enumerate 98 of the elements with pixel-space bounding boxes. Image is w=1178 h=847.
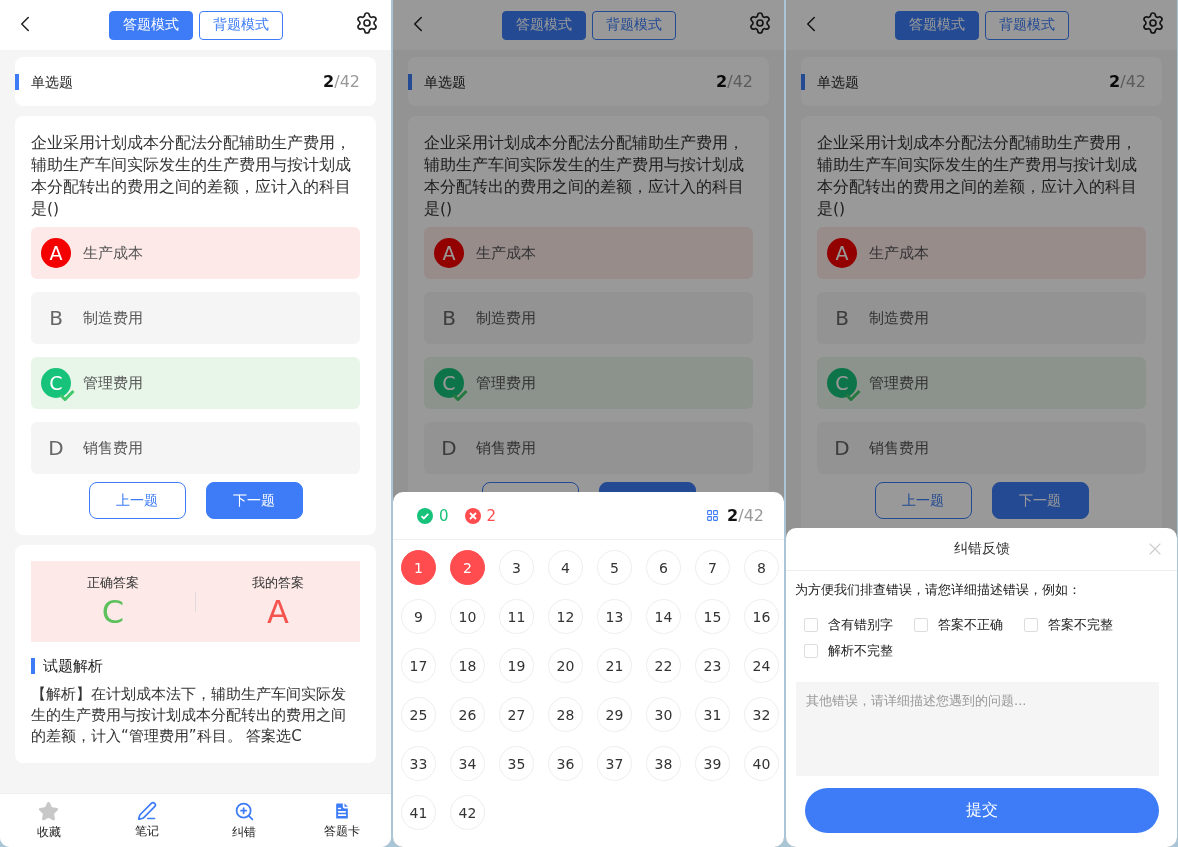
question-number[interactable]: 4 xyxy=(548,550,583,585)
option-letter: D xyxy=(440,435,458,462)
option-letter: D xyxy=(833,435,851,462)
answer-option[interactable]: C 管理费用 xyxy=(817,357,1146,409)
question-number[interactable]: 13 xyxy=(597,599,632,634)
correct-answer: C xyxy=(101,593,125,630)
my-answer: A xyxy=(267,593,289,630)
question-counter: 2/42 xyxy=(716,72,753,91)
question-number[interactable]: 40 xyxy=(744,746,779,781)
question-number[interactable]: 18 xyxy=(450,648,485,683)
checkbox-label[interactable]: 解析不完整 xyxy=(828,642,893,660)
option-letter: A xyxy=(827,238,857,268)
question-number[interactable]: 25 xyxy=(401,697,436,732)
question-number[interactable]: 33 xyxy=(401,746,436,781)
checkbox-label[interactable]: 答案不完整 xyxy=(1048,616,1113,634)
question-number[interactable]: 26 xyxy=(450,697,485,732)
question-number[interactable]: 7 xyxy=(695,550,730,585)
question-number[interactable]: 37 xyxy=(597,746,632,781)
answer-option[interactable]: C 管理费用 xyxy=(31,357,360,409)
question-number[interactable]: 21 xyxy=(597,648,632,683)
next-button[interactable]: 下一题 xyxy=(205,482,303,519)
answer-option[interactable]: D 销售费用 xyxy=(31,422,360,474)
question-number[interactable]: 39 xyxy=(695,746,730,781)
description-field[interactable]: 其他错误，请详细描述您遇到的问题... xyxy=(796,682,1159,776)
question-text: 企业采用计划成本分配法分配辅助生产费用，辅助生产车间实际发生的生产费用与按计划成本分配转出的费用之间的差额，应计入的科目是() xyxy=(817,133,1138,220)
question-number[interactable]: 9 xyxy=(401,599,436,634)
question-number[interactable]: 6 xyxy=(646,550,681,585)
question-number[interactable]: 20 xyxy=(548,648,583,683)
question-number[interactable]: 12 xyxy=(548,599,583,634)
question-number[interactable]: 34 xyxy=(450,746,485,781)
question-number[interactable]: 24 xyxy=(744,648,779,683)
question-number[interactable]: 27 xyxy=(499,697,534,732)
answer-option[interactable]: C 管理费用 xyxy=(424,357,753,409)
question-type: 单选题 xyxy=(801,73,859,90)
answer-label: 我的答案 xyxy=(252,573,304,592)
answer-option[interactable]: D 销售费用 xyxy=(424,422,753,474)
option-letter: A xyxy=(434,238,464,268)
previous-button[interactable]: 上一题 xyxy=(88,482,186,519)
question-type: 单选题 xyxy=(15,73,73,90)
question-number[interactable]: 17 xyxy=(401,648,436,683)
sheet-title: 纠错反馈 xyxy=(953,540,1010,558)
instruction-text: 为方便我们排查错误，请您详细描述错误，例如： xyxy=(794,581,1082,599)
option-letter: C xyxy=(827,368,857,398)
question-number[interactable]: 16 xyxy=(744,599,779,634)
answer-option[interactable]: B 制造费用 xyxy=(817,292,1146,344)
option-letter: C xyxy=(434,368,464,398)
question-number[interactable]: 14 xyxy=(646,599,681,634)
question-number[interactable]: 23 xyxy=(695,648,730,683)
answer-option[interactable]: A 生产成本 xyxy=(31,227,360,279)
question-number[interactable]: 29 xyxy=(597,697,632,732)
wrong-count: 2 xyxy=(486,506,497,525)
answer-option[interactable]: B 制造费用 xyxy=(424,292,753,344)
option-letter: B xyxy=(48,305,64,332)
question-number[interactable]: 10 xyxy=(450,599,485,634)
question-number[interactable]: 36 xyxy=(548,746,583,781)
question-counter: 2/42 xyxy=(323,72,360,91)
question-number[interactable]: 30 xyxy=(646,697,681,732)
checkbox-label[interactable]: 含有错别字 xyxy=(828,616,893,634)
analysis-text: 【解析】在计划成本法下，辅助生产车间实际发生的生产费用与按计划成本分配转出的费用之间的差额，计入“管理费用”科目。 答案选C xyxy=(31,684,347,747)
section-title: 试题解析 xyxy=(31,658,360,674)
question-number[interactable]: 38 xyxy=(646,746,681,781)
question-number[interactable]: 35 xyxy=(499,746,534,781)
toolbar-button[interactable]: 收藏 xyxy=(0,794,98,847)
question-number[interactable]: 41 xyxy=(401,795,436,830)
question-number[interactable]: 32 xyxy=(744,697,779,732)
question-number[interactable]: 31 xyxy=(695,697,730,732)
option-letter: B xyxy=(834,305,850,332)
answer-label: 正确答案 xyxy=(87,573,139,592)
question-text: 企业采用计划成本分配法分配辅助生产费用，辅助生产车间实际发生的生产费用与按计划成本分配转出的费用之间的差额，应计入的科目是() xyxy=(424,133,745,220)
answer-option[interactable]: A 生产成本 xyxy=(817,227,1146,279)
option-letter: B xyxy=(441,305,457,332)
question-number[interactable]: 3 xyxy=(499,550,534,585)
correct-count: 0 xyxy=(439,506,449,525)
question-number[interactable]: 28 xyxy=(548,697,583,732)
question-number[interactable]: 22 xyxy=(646,648,681,683)
question-counter: 2/42 xyxy=(727,506,764,525)
question-number[interactable]: 11 xyxy=(499,599,534,634)
question-text: 企业采用计划成本分配法分配辅助生产费用，辅助生产车间实际发生的生产费用与按计划成本分配转出的费用之间的差额，应计入的科目是() xyxy=(31,133,352,220)
option-letter: C xyxy=(41,368,71,398)
question-number[interactable]: 15 xyxy=(695,599,730,634)
toolbar-button[interactable]: 答题卡 xyxy=(293,794,391,847)
question-number[interactable]: 42 xyxy=(450,795,485,830)
question-number[interactable]: 8 xyxy=(744,550,779,585)
option-letter: A xyxy=(41,238,71,268)
question-counter: 2/42 xyxy=(1109,72,1146,91)
mode-tab[interactable]: 答题模式 xyxy=(108,10,193,40)
option-letter: D xyxy=(47,435,65,462)
question-type: 单选题 xyxy=(408,73,466,90)
answer-option[interactable]: B 制造费用 xyxy=(31,292,360,344)
answer-option[interactable]: A 生产成本 xyxy=(424,227,753,279)
mode-tab[interactable]: 背题模式 xyxy=(198,10,283,40)
question-number[interactable]: 19 xyxy=(499,648,534,683)
submit-button[interactable]: 提交 xyxy=(804,788,1159,833)
answer-option[interactable]: D 销售费用 xyxy=(817,422,1146,474)
checkbox-label[interactable]: 答案不正确 xyxy=(938,616,1003,634)
toolbar-button[interactable]: 笔记 xyxy=(97,794,196,847)
toolbar-button[interactable]: 纠错 xyxy=(195,794,294,847)
question-number[interactable]: 5 xyxy=(597,550,632,585)
